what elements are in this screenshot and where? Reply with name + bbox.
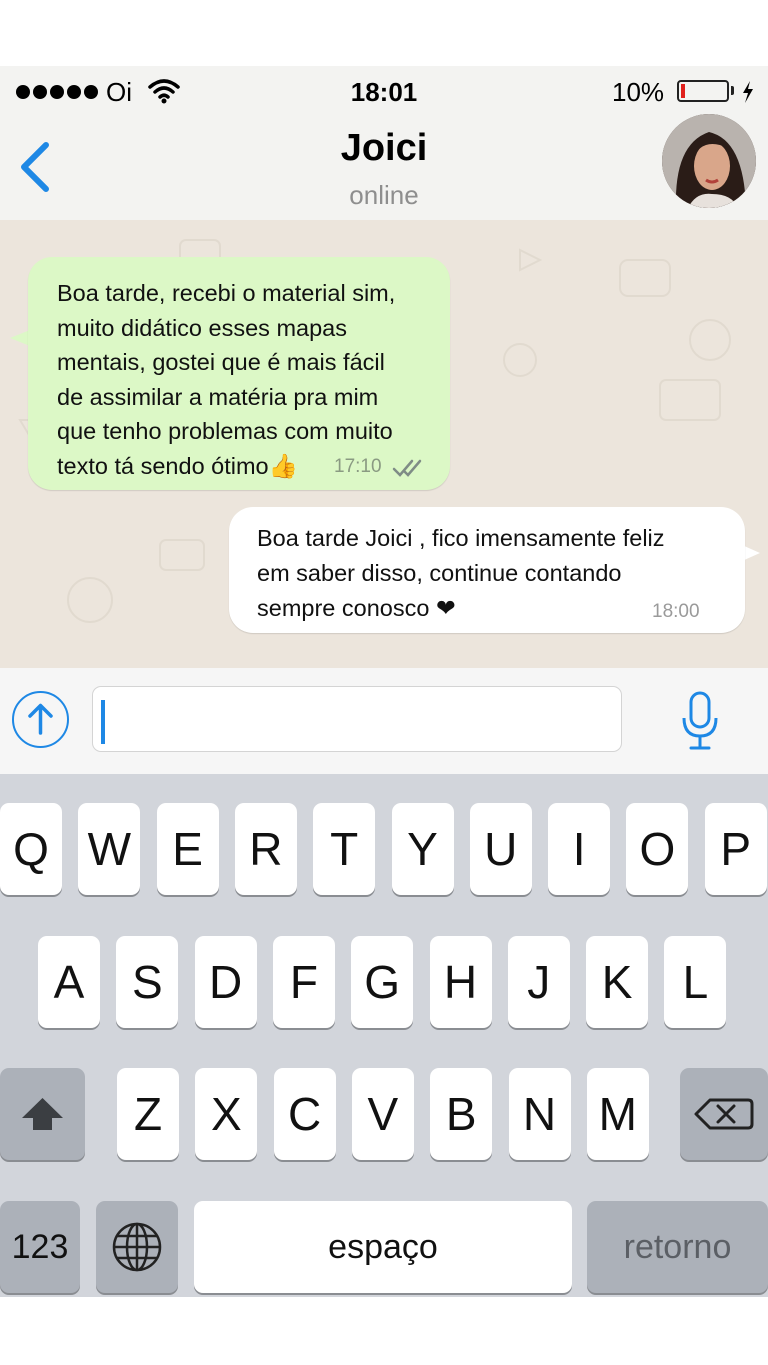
key-w[interactable]: W — [78, 803, 141, 895]
key-b[interactable]: B — [430, 1068, 493, 1160]
key-q[interactable]: Q — [0, 803, 62, 895]
backspace-key[interactable] — [680, 1068, 768, 1160]
key-t[interactable]: T — [313, 803, 376, 895]
contact-name[interactable]: Joici — [0, 126, 768, 170]
key-s[interactable]: S — [116, 936, 179, 1028]
key-f[interactable]: F — [272, 936, 335, 1028]
arrow-up-circle-icon[interactable] — [12, 691, 69, 748]
message-time: 17:10 — [334, 456, 382, 477]
contact-status: online — [349, 180, 419, 210]
shift-key[interactable] — [0, 1068, 85, 1160]
key-v[interactable]: V — [351, 1068, 414, 1160]
message-text: Boa tarde, recebi o material sim, muito … — [57, 280, 396, 479]
return-key[interactable]: retorno — [587, 1201, 768, 1293]
key-h[interactable]: H — [429, 936, 492, 1028]
key-x[interactable]: X — [195, 1068, 258, 1160]
backspace-icon — [694, 1098, 754, 1130]
key-e[interactable]: E — [156, 803, 219, 895]
key-a[interactable]: A — [38, 936, 100, 1028]
charging-bolt-icon — [743, 81, 753, 103]
text-cursor — [101, 700, 105, 744]
key-g[interactable]: G — [351, 936, 414, 1028]
key-c[interactable]: C — [273, 1068, 336, 1160]
key-r[interactable]: R — [234, 803, 297, 895]
globe-key[interactable] — [96, 1201, 178, 1293]
key-y[interactable]: Y — [391, 803, 454, 895]
double-check-icon — [392, 459, 422, 477]
battery-icon — [677, 80, 729, 102]
key-i[interactable]: I — [548, 803, 611, 895]
key-d[interactable]: D — [194, 936, 257, 1028]
key-m[interactable]: M — [586, 1068, 649, 1160]
space-key[interactable]: espaço — [194, 1201, 572, 1293]
avatar[interactable] — [662, 114, 756, 208]
key-n[interactable]: N — [508, 1068, 571, 1160]
key-o[interactable]: O — [626, 803, 689, 895]
key-l[interactable]: L — [664, 936, 727, 1028]
key-j[interactable]: J — [507, 936, 570, 1028]
globe-icon — [112, 1222, 162, 1272]
battery-percentage: 10% — [612, 77, 665, 107]
key-z[interactable]: Z — [117, 1068, 179, 1160]
message-input[interactable] — [92, 686, 622, 752]
shift-arrow-icon — [22, 1098, 63, 1130]
key-p[interactable]: P — [704, 803, 767, 895]
key-k[interactable]: K — [586, 936, 649, 1028]
key-u[interactable]: U — [469, 803, 532, 895]
microphone-icon[interactable] — [680, 690, 720, 752]
message-time: 18:00 — [652, 601, 700, 622]
numbers-key[interactable]: 123 — [0, 1201, 80, 1293]
